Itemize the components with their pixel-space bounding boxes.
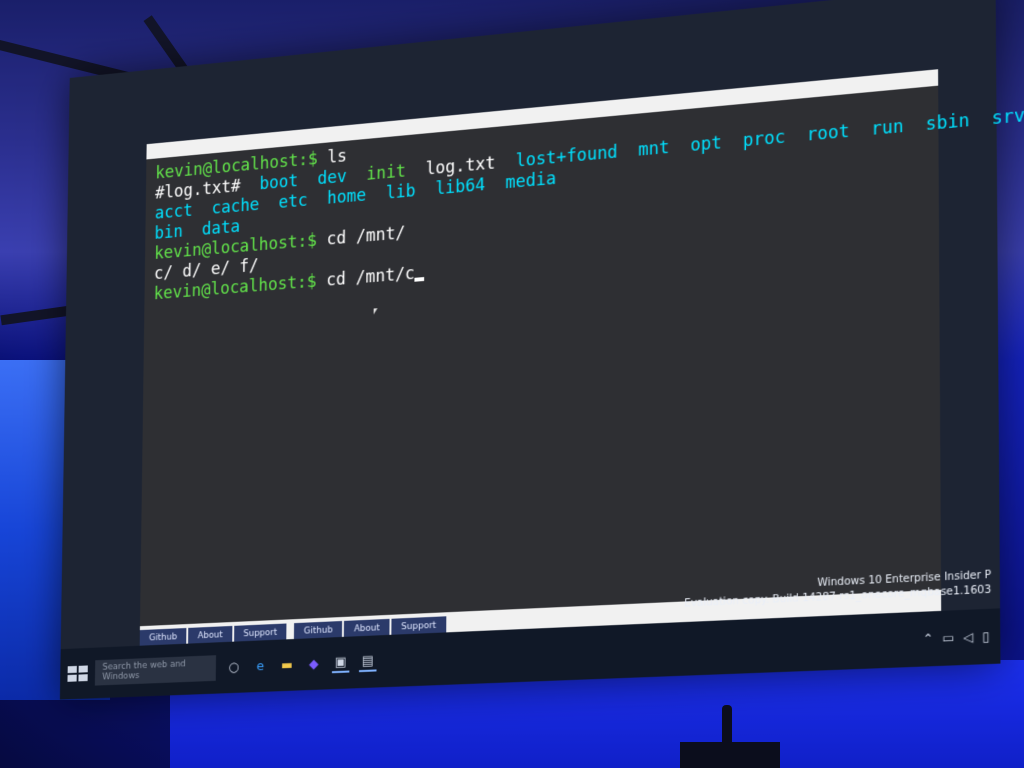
taskbar-search-input[interactable]: Search the web and Windows [94,655,217,686]
terminal-window[interactable]: kevin@localhost:$ ls #log.txt# boot dev i… [139,69,1024,627]
terminal-text: home [326,183,386,209]
terminal-text: proc [742,125,807,152]
terminal-text: etc [278,189,328,213]
terminal-text: lib [385,179,436,204]
mouse-pointer-icon [373,308,378,315]
terminal-text: data [201,217,241,240]
visual-studio-icon[interactable]: ◆ [305,655,322,674]
terminal-text: opt [690,131,743,157]
terminal-app-icon[interactable]: ▤ [359,651,377,673]
action-center-icon[interactable]: ▯ [982,629,989,644]
network-icon[interactable]: ▭ [942,630,954,645]
start-button[interactable] [67,665,88,682]
projected-screen: kevin@localhost:$ ls #log.txt# boot dev i… [59,0,1024,700]
terminal-text: srv [991,105,1024,130]
system-tray: ⌃ ▭ ◁ ▯ [923,629,990,647]
file-explorer-icon[interactable]: ▬ [278,656,295,675]
terminal-text: media [505,168,557,194]
terminal-text: run [871,114,926,141]
terminal-text: ls [327,146,348,168]
camera-base [680,742,780,768]
terminal-text: mnt [638,135,691,161]
task-view-icon[interactable]: ○ [225,658,242,676]
terminal-text: sbin [925,108,992,136]
app-icon[interactable]: ▣ [331,652,350,674]
edge-icon[interactable]: e [252,657,269,676]
terminal-text: root [806,119,872,146]
chevron-up-icon[interactable]: ⌃ [923,631,934,646]
volume-icon[interactable]: ◁ [963,630,973,645]
text-cursor [414,277,425,282]
